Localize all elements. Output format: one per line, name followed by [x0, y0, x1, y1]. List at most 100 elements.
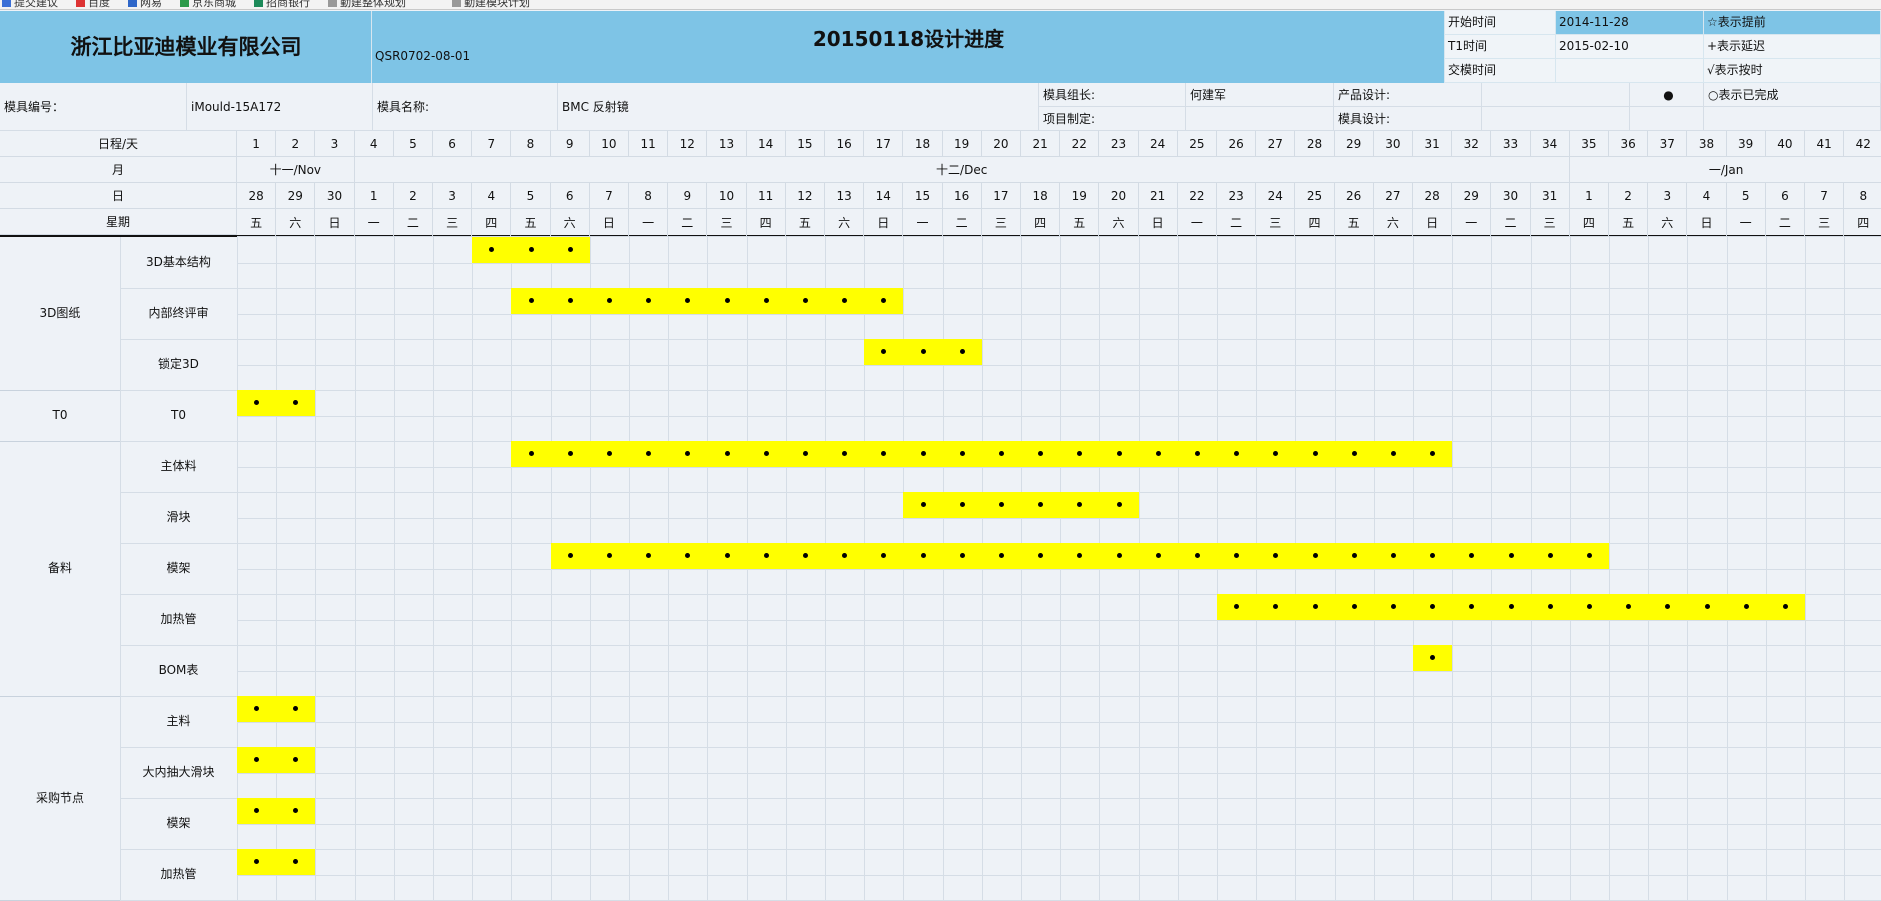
date-cell: 25 [1295, 183, 1335, 209]
weekday-cell: 六 [550, 209, 590, 237]
month-cell: 一/Jan [1569, 157, 1881, 183]
progress-dot [763, 553, 769, 559]
delivery-time-value [1556, 59, 1704, 83]
weekday-cell: 五 [1609, 209, 1649, 237]
weekday-cell: 二 [1765, 209, 1805, 237]
task-bar [237, 747, 316, 773]
task-label: T0 [171, 408, 186, 422]
date-cell: 29 [1452, 183, 1492, 209]
start-time-label: 开始时间 [1445, 11, 1556, 35]
progress-dot [724, 298, 730, 304]
grid-row-line [237, 568, 1881, 570]
bookmark-label: 勤建模块计划 [464, 0, 530, 9]
bookmark-item[interactable]: 京东商城 [180, 0, 236, 9]
task-label: 滑块 [166, 510, 191, 524]
date-cell: 3 [433, 183, 473, 209]
bookmark-item[interactable]: 勤建整体规划 [328, 0, 406, 9]
day-index-cell: 17 [864, 131, 904, 157]
date-cell: 4 [1687, 183, 1727, 209]
progress-dot [528, 247, 534, 253]
day-index-cell: 42 [1844, 131, 1881, 157]
task-bar [237, 849, 316, 875]
progress-dot [920, 553, 926, 559]
weekday-cell: 六 [825, 209, 865, 237]
day-index-cell: 25 [1177, 131, 1217, 157]
progress-dot [959, 349, 965, 355]
bookmark-item[interactable]: 招商银行 [254, 0, 310, 9]
weekday-cell: 五 [237, 209, 277, 237]
weekday-cell: 一 [1452, 209, 1492, 237]
day-index-cell: 30 [1373, 131, 1413, 157]
bookmark-item[interactable]: 提交建议 [2, 0, 58, 9]
weekday-cell: 日 [1138, 209, 1178, 237]
company-header: 浙江比亚迪模业有限公司 [0, 11, 372, 83]
row-label: 日程/天 [0, 131, 237, 157]
progress-dot [1547, 604, 1553, 610]
legend-ontime: √表示按时 [1704, 59, 1881, 83]
day-index-cell: 34 [1530, 131, 1570, 157]
day-index-cell: 37 [1648, 131, 1688, 157]
grid-row-line [237, 619, 1881, 621]
day-index-cell: 27 [1256, 131, 1296, 157]
group-label: 3D图纸 [39, 306, 81, 320]
project-label: 项目制定: [1039, 107, 1186, 131]
bookmark-item[interactable]: 网易 [128, 0, 162, 9]
row-label: 月 [0, 157, 237, 183]
date-cell: 5 [1726, 183, 1766, 209]
progress-dot [959, 451, 965, 457]
legend-early: ☆表示提前 [1704, 11, 1881, 35]
day-index-cell: 35 [1569, 131, 1609, 157]
day-index-cell: 28 [1295, 131, 1335, 157]
day-index-cell: 38 [1687, 131, 1727, 157]
bookmark-icon [452, 0, 461, 7]
leader-label: 模具组长: [1039, 83, 1186, 107]
date-cell: 6 [550, 183, 590, 209]
weekday-cell: 三 [707, 209, 747, 237]
date-cell: 24 [1256, 183, 1296, 209]
t1-time-label: T1时间 [1445, 35, 1556, 59]
weekday-cell: 六 [1648, 209, 1688, 237]
date-cell: 26 [1334, 183, 1374, 209]
date-cell: 31 [1530, 183, 1570, 209]
weekday-cell: 四 [472, 209, 512, 237]
bookmark-item[interactable]: 勤建模块计划 [452, 0, 530, 9]
task-label: 锁定3D [158, 357, 199, 371]
month-cell: 十一/Nov [237, 157, 355, 183]
grid-row-line [120, 645, 1881, 646]
grid-row-line [237, 721, 1881, 723]
weekday-cell: 五 [1334, 209, 1374, 237]
page-title: 20150118设计进度 [812, 27, 1005, 51]
day-index-cell: 21 [1021, 131, 1061, 157]
bookmark-item[interactable]: 百度 [76, 0, 110, 9]
date-cell: 2 [393, 183, 433, 209]
info-empty-cell [1630, 107, 1704, 131]
day-index-cell: 20 [981, 131, 1021, 157]
day-index-cell: 9 [550, 131, 590, 157]
task-bar [903, 492, 1139, 518]
weekday-cell: 三 [433, 209, 473, 237]
delivery-time-label: 交模时间 [1445, 59, 1556, 83]
bookmark-label: 京东商城 [192, 0, 236, 9]
bookmark-icon [328, 0, 337, 7]
day-index-cell: 10 [589, 131, 629, 157]
grid-row-line [237, 772, 1881, 774]
progress-dot [1508, 604, 1514, 610]
weekday-cell: 二 [393, 209, 433, 237]
weekday-cell: 一 [1177, 209, 1217, 237]
legend-done: ○表示已完成 [1704, 83, 1881, 107]
weekday-cell: 三 [981, 209, 1021, 237]
day-index-cell: 36 [1609, 131, 1649, 157]
day-index-cell: 23 [1099, 131, 1139, 157]
day-index-cell: 24 [1138, 131, 1178, 157]
grid-row-line [237, 823, 1881, 825]
grid-row-line [120, 696, 1881, 697]
date-cell: 7 [589, 183, 629, 209]
day-index-cell: 7 [472, 131, 512, 157]
date-cell: 8 [629, 183, 669, 209]
day-index-cell: 26 [1217, 131, 1257, 157]
task-label: 大内抽大滑块 [142, 765, 215, 779]
start-time-value: 2014-11-28 [1556, 11, 1704, 35]
date-cell: 21 [1138, 183, 1178, 209]
product-design-value [1482, 83, 1630, 107]
info-empty-cell [1704, 107, 1881, 131]
